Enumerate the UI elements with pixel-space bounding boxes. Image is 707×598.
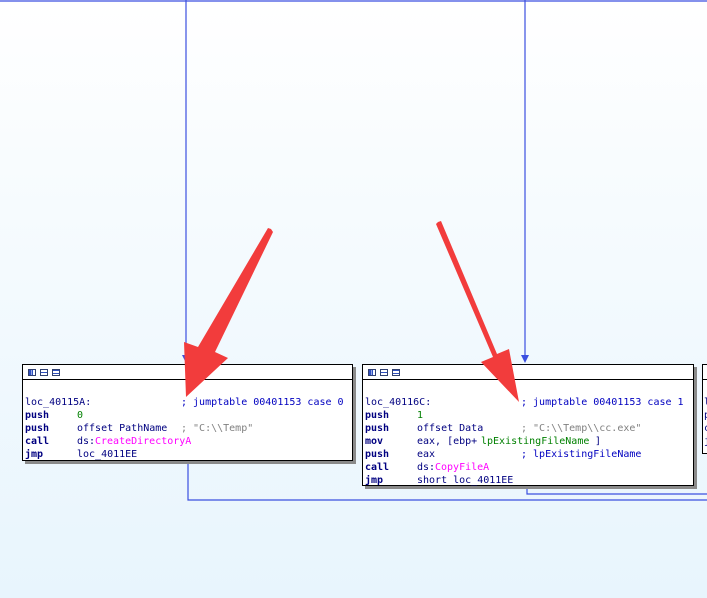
node-titlebar[interactable] xyxy=(363,365,693,380)
node-code: loc_40115A: ; jumptable 00401153 case 0 … xyxy=(23,380,352,461)
asm-mnemonic: push xyxy=(25,410,50,421)
graph-edges xyxy=(0,0,707,501)
node-titlebar[interactable] xyxy=(703,365,707,380)
asm-mnemonic: push xyxy=(25,423,50,434)
asm-comment: ; "C:\\Temp" xyxy=(181,423,254,434)
asm-operand: eax xyxy=(417,449,436,460)
asm-operand-prefix: ds: xyxy=(417,462,436,473)
asm-operand[interactable]: offset PathName xyxy=(77,422,167,435)
asm-line[interactable]: call ds: CopyFileA xyxy=(365,461,693,474)
asm-comment: ; lpExistingFileName xyxy=(521,449,642,460)
list-icon[interactable] xyxy=(392,368,400,376)
code-label[interactable]: loc_40116C: xyxy=(365,396,431,409)
graph-icon[interactable] xyxy=(368,368,376,376)
asm-mnemonic: push xyxy=(365,449,390,460)
edit-icon[interactable] xyxy=(380,368,388,376)
import-name[interactable]: CreateDirectoryA xyxy=(95,435,191,448)
asm-operand-prefix: eax, [ebp+ xyxy=(417,436,478,447)
edit-icon[interactable] xyxy=(40,368,48,376)
asm-mnemonic: call xyxy=(25,436,50,447)
asm-mnemonic: mov xyxy=(365,436,384,447)
list-icon[interactable] xyxy=(52,368,60,376)
asm-mnemonic: jmp xyxy=(25,449,44,460)
asm-line[interactable]: push offset Data ; "C:\\Temp\\cc.exe" xyxy=(365,422,693,435)
graph-node-loc-40116C[interactable]: loc_40116C: ; jumptable 00401153 case 1 … xyxy=(362,364,694,486)
asm-operand[interactable]: offset Data xyxy=(417,422,483,435)
asm-mnemonic: push xyxy=(365,423,390,434)
edge-out-40116C xyxy=(526,486,707,495)
asm-line[interactable]: push offset PathName ; "C:\\Temp" xyxy=(25,422,352,435)
asm-line[interactable]: push 1 xyxy=(365,409,693,422)
code-label[interactable]: loc_40115A: xyxy=(25,396,91,409)
node-titlebar[interactable] xyxy=(23,365,352,380)
graph-icon[interactable] xyxy=(28,368,36,376)
import-name[interactable]: CopyFileA xyxy=(435,461,489,474)
asm-operand[interactable]: short loc_4011EE xyxy=(417,474,513,487)
edge-arrowhead-40115A xyxy=(182,355,190,363)
asm-mnemonic: call xyxy=(365,462,390,473)
asm-comment: ; jumptable 00401153 case 0 xyxy=(181,397,344,408)
asm-comment: ; jumptable 00401153 case 1 xyxy=(521,397,684,408)
asm-line[interactable]: mov eax, [ebp+ lpExistingFileName ] xyxy=(365,435,693,448)
graph-node-partial-right[interactable]: l p c j xyxy=(702,364,707,454)
asm-line[interactable]: call ds: CreateDirectoryA xyxy=(25,435,352,448)
graph-node-loc-40115A[interactable]: loc_40115A: ; jumptable 00401153 case 0 … xyxy=(22,364,353,461)
asm-operand-suffix: ] xyxy=(595,436,602,447)
asm-operand: 0 xyxy=(77,410,84,421)
node-code: l p c j xyxy=(703,380,707,448)
node-code: loc_40116C: ; jumptable 00401153 case 1 … xyxy=(363,380,693,487)
asm-line[interactable]: jmp loc_4011EE xyxy=(25,448,352,461)
asm-comment: ; "C:\\Temp\\cc.exe" xyxy=(521,423,642,434)
asm-line[interactable]: jmp short loc_4011EE xyxy=(365,474,693,487)
asm-variable[interactable]: lpExistingFileName xyxy=(481,435,589,448)
edge-arrowhead-40116C xyxy=(521,355,529,363)
asm-operand: 1 xyxy=(417,410,424,421)
asm-mnemonic: push xyxy=(365,410,390,421)
asm-line[interactable]: push eax ; lpExistingFileName xyxy=(365,448,693,461)
asm-operand-prefix: ds: xyxy=(77,436,96,447)
asm-line[interactable]: loc_40116C: ; jumptable 00401153 case 1 xyxy=(365,396,693,409)
asm-line[interactable]: push 0 xyxy=(25,409,352,422)
asm-line[interactable]: loc_40115A: ; jumptable 00401153 case 0 xyxy=(25,396,352,409)
asm-operand[interactable]: loc_4011EE xyxy=(77,448,137,461)
asm-mnemonic: jmp xyxy=(365,475,384,486)
